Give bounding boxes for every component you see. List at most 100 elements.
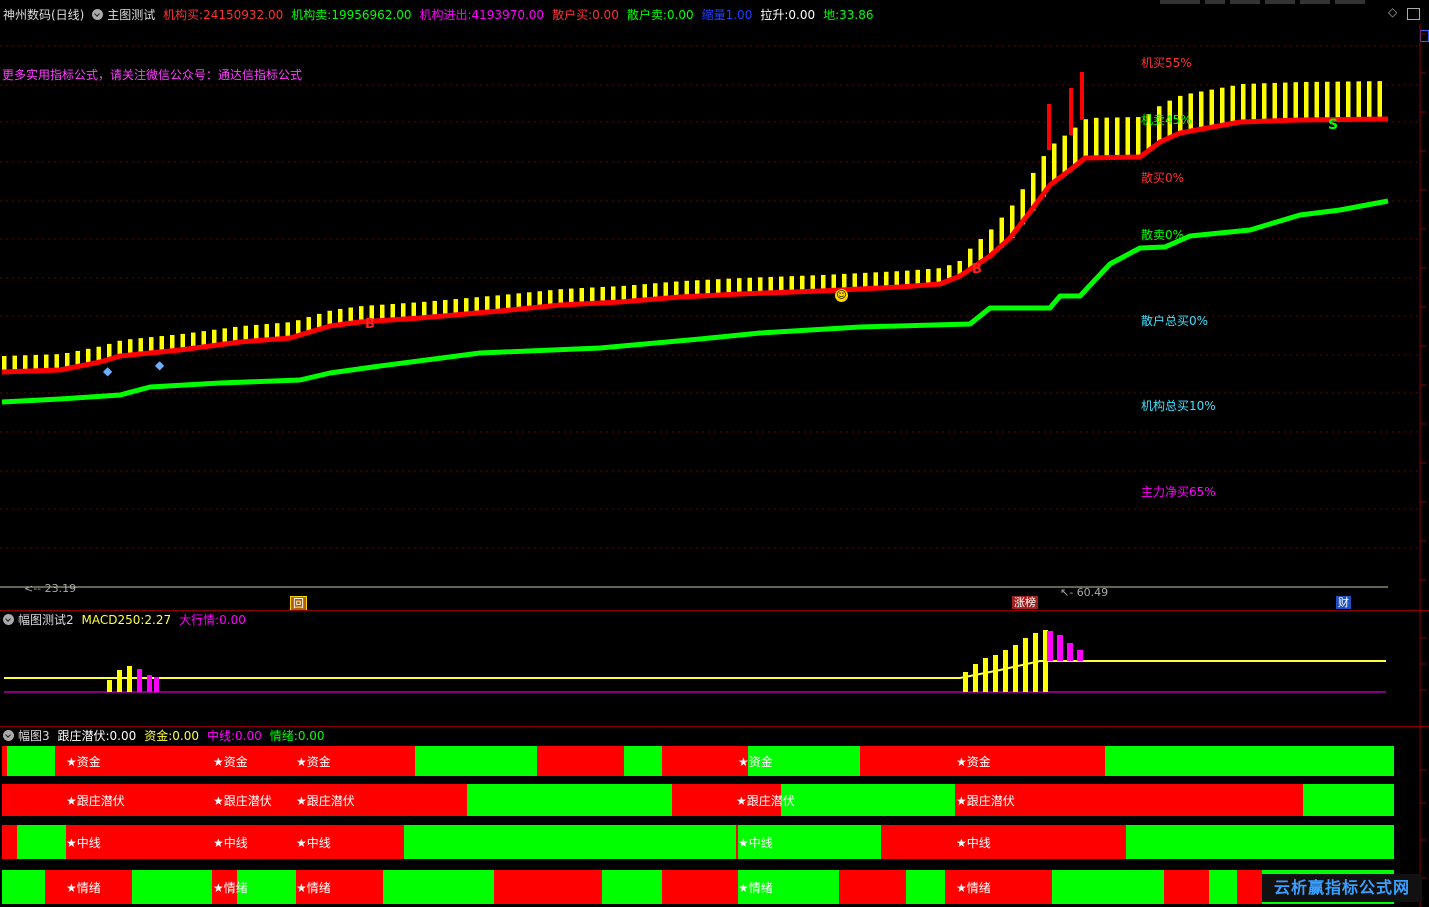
- legend-value: 1.00: [725, 8, 753, 22]
- signal-star-label: ★情绪: [66, 881, 101, 895]
- legend-item: 散户卖:0.00: [627, 8, 698, 22]
- legend-item: 机构买:24150932.00: [163, 8, 287, 22]
- macd-bar: [963, 672, 968, 692]
- toolbar-button[interactable]: [1230, 0, 1260, 4]
- legend-item: 机构进出:4193970.00: [419, 8, 548, 22]
- indicator-menu-icon[interactable]: [92, 9, 104, 20]
- legend-item: 机构卖:19956962.00: [291, 8, 415, 22]
- volume-bar: [1062, 135, 1067, 176]
- maximize-icon[interactable]: [1407, 8, 1420, 20]
- signal-star-label: ★中线: [296, 836, 331, 850]
- signal-segment: [1105, 746, 1394, 776]
- signal-segment: [781, 784, 955, 816]
- buy-marker: B: [365, 317, 375, 332]
- volume-bar: [1304, 81, 1309, 120]
- legend-label: 机构卖:: [291, 8, 332, 22]
- macd-bar: [107, 680, 112, 692]
- volume-bar: [1209, 89, 1214, 128]
- toolbar-button[interactable]: [1300, 0, 1330, 4]
- signal-segment: [1303, 784, 1394, 816]
- toolbar-button[interactable]: [1265, 0, 1295, 4]
- signal-star-label: ★资金: [738, 755, 773, 769]
- legend-value: 24150932.00: [203, 8, 284, 22]
- macd-bar: [1023, 638, 1028, 692]
- volume-bar: [1356, 81, 1361, 120]
- signal-segment: [662, 746, 748, 776]
- right-label-retail-buy: 散买0%: [1141, 171, 1185, 185]
- signal-star-label: ★资金: [213, 755, 248, 769]
- legend-item: 缩量1.00: [702, 8, 757, 22]
- legend-label: 拉升:: [760, 8, 789, 22]
- volume-bar: [1136, 117, 1141, 158]
- signal-segment: [1052, 870, 1164, 904]
- signal-segment: [383, 870, 494, 904]
- right-label-retail-sell: 散卖0%: [1141, 228, 1185, 242]
- toolbar-button[interactable]: [1335, 0, 1365, 4]
- high-price-value: 60.49: [1076, 586, 1109, 599]
- legend-value: 19956962.00: [331, 8, 412, 22]
- signal-segment: [906, 870, 945, 904]
- diamond-toggle-icon[interactable]: ◇: [1388, 5, 1397, 19]
- signal-segment: [2, 746, 7, 776]
- macd-bar: [137, 669, 142, 692]
- legend-value: 0.00: [592, 8, 619, 22]
- signal-star-label: ★跟庄潜伏: [66, 794, 125, 808]
- legend-item: 散户买:0.00: [552, 8, 623, 22]
- macd-bar: [1003, 650, 1008, 692]
- toolbar-button[interactable]: [1205, 0, 1225, 4]
- legend-value: 33.86: [839, 8, 874, 22]
- volume-bar: [1052, 143, 1057, 184]
- macd-chart[interactable]: [0, 611, 1429, 726]
- signal-star-label: ★情绪: [213, 881, 248, 895]
- indicator-name[interactable]: 主图测试: [107, 8, 155, 22]
- main-legend: 机构买:24150932.00 机构卖:19956962.00 机构进出:41939…: [163, 8, 881, 22]
- volume-bar: [1272, 82, 1277, 121]
- legend-item: 拉升:0.00: [760, 8, 819, 22]
- right-label-main-net-buy: 主力净买65%: [1141, 485, 1216, 499]
- signal-star-label: ★跟庄潜伏: [956, 794, 1015, 808]
- volume-bar: [1283, 82, 1288, 121]
- signal-segment: [17, 825, 66, 859]
- signal-star-label: ★资金: [66, 755, 101, 769]
- macd-bar: [147, 675, 152, 692]
- signal-segment: [132, 870, 212, 904]
- main-price-chart[interactable]: [0, 24, 1429, 610]
- finance-badge[interactable]: 财: [1336, 596, 1351, 609]
- signal-segment: [1209, 870, 1237, 904]
- volume-bar: [1083, 119, 1088, 160]
- legend-label: 机构买:: [163, 8, 204, 22]
- volume-bar: [1293, 82, 1298, 121]
- signal-star-label: ★跟庄潜伏: [213, 794, 272, 808]
- volume-bar: [1335, 81, 1340, 120]
- macd-bar: [1077, 650, 1083, 661]
- diamond-icon: ◆: [103, 364, 113, 378]
- legend-item: 地:33.86: [823, 8, 877, 22]
- signal-star-label: ★情绪: [738, 881, 773, 895]
- volume-bar: [1094, 117, 1099, 158]
- stock-name[interactable]: 神州数码(日线): [3, 8, 84, 22]
- low-price-label: <-- 23.19: [24, 582, 77, 595]
- signal-segment: [1126, 825, 1394, 859]
- buy-marker: B: [972, 262, 982, 277]
- event-badge[interactable]: 回: [290, 596, 307, 611]
- signal-segment: [602, 870, 662, 904]
- sell-marker: S: [1328, 117, 1339, 133]
- signal-segment: [1237, 870, 1262, 904]
- low-price-value: 23.19: [44, 582, 77, 595]
- right-label-institution-sell: 机卖45%: [1141, 113, 1192, 127]
- volume-bar: [1230, 85, 1235, 124]
- limit-up-badge[interactable]: 涨榜: [1012, 596, 1038, 609]
- right-label-institution-buy: 机买55%: [1141, 56, 1192, 70]
- volume-bar: [1346, 81, 1351, 120]
- signal-segment: [7, 746, 55, 776]
- signal-segment: [415, 746, 537, 776]
- volume-bar: [1220, 87, 1225, 126]
- right-label-institution-total: 机构总买10%: [1141, 399, 1216, 413]
- smiley-icon: ☺: [835, 289, 848, 302]
- volume-bar: [1262, 83, 1267, 122]
- volume-bar: [1199, 91, 1204, 130]
- volume-bar: [1325, 81, 1330, 120]
- macd-line: [4, 660, 1386, 679]
- signal-segment: [662, 870, 738, 904]
- toolbar-button[interactable]: [1160, 0, 1200, 4]
